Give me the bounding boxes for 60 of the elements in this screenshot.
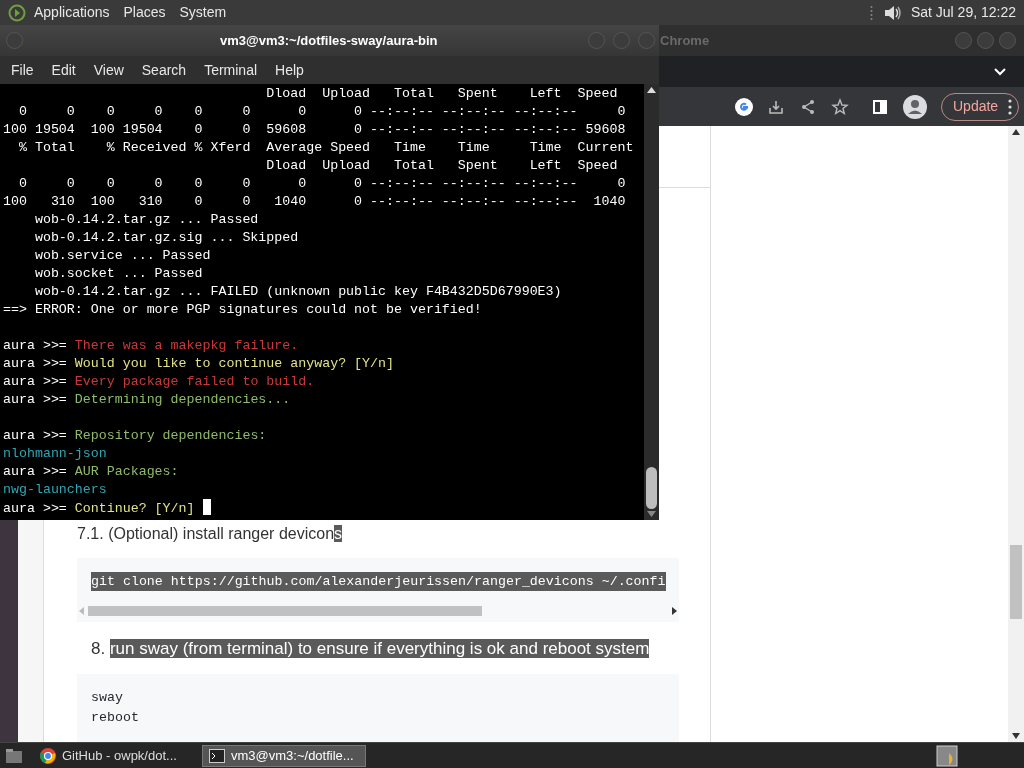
terminal-line: wob.service ... Passed — [33, 247, 212, 265]
terminal-line: aura >>= There was a makepkg failure. — [3, 337, 300, 355]
scrollbar-thumb[interactable] — [88, 606, 482, 616]
code-line: reboot — [90, 709, 140, 727]
terminal-scrollbar[interactable] — [644, 84, 659, 520]
code-line: sway — [90, 689, 124, 707]
star-icon[interactable] — [831, 97, 849, 116]
scroll-up-icon[interactable] — [1012, 129, 1020, 135]
window-title: Chrome — [660, 31, 710, 50]
menu-item[interactable]: Terminal — [196, 59, 266, 81]
chevron-down-icon[interactable] — [994, 67, 1006, 76]
terminal-line: wob-0.14.2.tar.gz.sig ... Skipped — [33, 229, 300, 247]
terminal-line: wob-0.14.2.tar.gz ... Passed — [33, 211, 260, 229]
terminal-line: nlohmann-json — [3, 445, 108, 463]
panel-menu[interactable]: Places — [123, 2, 166, 23]
scroll-down-icon[interactable] — [1012, 733, 1020, 739]
menu-item[interactable]: Edit — [43, 59, 84, 81]
terminal-line: 0 0 0 0 0 0 0 0 --:--:-- --:--:-- --:--:-- 0 — [17, 103, 627, 121]
panel-handle-icon — [869, 4, 873, 21]
step-text: 8. run sway (from terminal) to ensure if everything is ok and reboot system — [91, 638, 651, 660]
browser-icon — [40, 747, 56, 764]
terminal-line: ==> ERROR: One or more PGP signatures could not be verified! — [3, 301, 483, 319]
page-scrollbar[interactable] — [1008, 126, 1024, 742]
terminal-line: aura >>= Continue? [Y/n] — [3, 499, 644, 517]
more-icon[interactable] — [1008, 98, 1013, 115]
share-icon[interactable] — [799, 97, 817, 116]
window-title: vm3@vm3:~/dotfiles-sway/aura-bin — [220, 31, 438, 50]
scroll-right-icon[interactable] — [672, 607, 677, 615]
terminal-line: aura >>= Would you like to continue anyway? [Y/n] — [3, 355, 395, 373]
terminal-line: wob.socket ... Passed — [33, 265, 204, 283]
horizontal-scrollbar[interactable] — [77, 604, 679, 618]
terminal-line: aura >>= AUR Packages: — [3, 463, 180, 481]
menu-item[interactable]: Help — [267, 59, 312, 81]
terminal-line: wob-0.14.2.tar.gz ... FAILED (unknown public key F4B432D5D67990E3) — [33, 283, 563, 301]
menu-item[interactable]: File — [3, 59, 42, 81]
terminal-line: 100 19504 100 19504 0 0 59608 0 --:--:-- --:--:-- --:--:-- 59608 — [3, 121, 627, 139]
profile-icon[interactable] — [903, 94, 927, 119]
logo-icon[interactable] — [8, 3, 26, 22]
terminal-line: aura >>= Repository dependencies: — [3, 427, 268, 445]
terminal-line: Dload Upload Total Spent Left Speed — [265, 85, 619, 103]
scrollbar-thumb[interactable] — [646, 467, 657, 509]
terminal-line: 100 310 100 310 0 0 1040 0 --:--:-- --:--:-- --:--:-- 1040 — [3, 193, 627, 211]
terminal-line: Dload Upload Total Spent Left Speed — [265, 157, 619, 175]
google-icon[interactable] — [735, 97, 753, 116]
terminal-icon — [209, 748, 225, 763]
terminal-line: 0 0 0 0 0 0 0 0 --:--:-- --:--:-- --:--:-- 0 — [17, 175, 627, 193]
side-panel-icon[interactable] — [871, 97, 889, 116]
panel-menu[interactable]: Applications — [34, 2, 110, 23]
terminal-line: aura >>= Every package failed to build. — [3, 373, 316, 391]
clock[interactable]: Sat Jul 29, 12:22 — [910, 2, 1016, 23]
scrollbar-thumb[interactable] — [1010, 545, 1022, 619]
panel-menu[interactable]: System — [179, 2, 227, 23]
terminal-line: nwg-launchers — [3, 481, 108, 499]
taskbar-button[interactable]: vm3@vm3:~/dotfile... — [202, 744, 366, 767]
menu-item[interactable]: View — [85, 59, 132, 81]
terminal-line: % Total % Received % Xferd Average Speed Time Time Time Current — [17, 139, 635, 157]
workspace-icon[interactable] — [936, 744, 958, 767]
terminal-line: aura >>= Determining dependencies... — [3, 391, 292, 409]
taskbar-button[interactable]: GitHub - owpk/dot... — [34, 744, 198, 767]
menu-item[interactable]: Search — [133, 59, 195, 81]
